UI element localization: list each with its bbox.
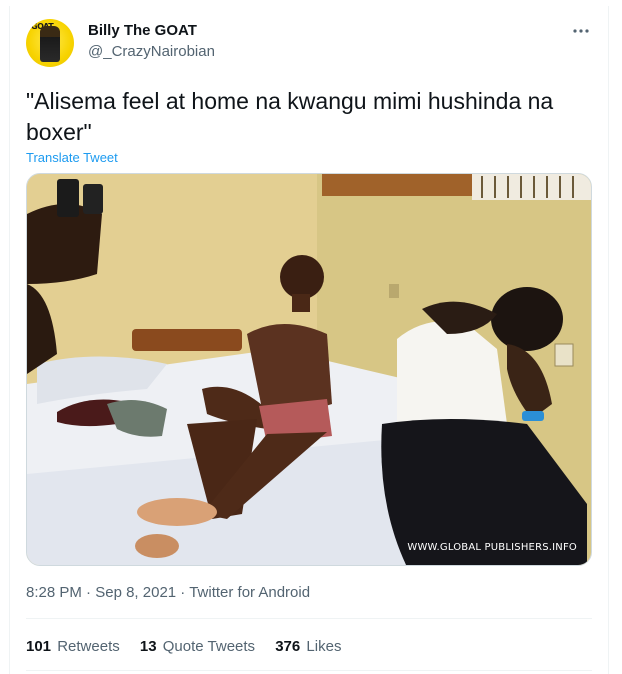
avatar-figure — [40, 26, 60, 62]
photo-illustration — [27, 174, 591, 565]
tweet-source[interactable]: Twitter for Android — [189, 584, 310, 601]
likes-count: 376 — [275, 638, 301, 655]
photo-watermark: WWW.GLOBAL PUBLISHERS.INFO — [407, 542, 577, 553]
tweet-time[interactable]: 8:28 PM — [26, 584, 82, 601]
tweet-stats: 101 Retweets 13 Quote Tweets 376 Likes — [26, 638, 357, 655]
tweet-metadata: 8:28 PM · Sep 8, 2021 · Twitter for Andr… — [26, 584, 310, 601]
retweets-label: Retweets — [57, 638, 120, 655]
user-display-name[interactable]: Billy The GOAT — [88, 22, 197, 39]
user-handle[interactable]: @_CrazyNairobian — [88, 43, 215, 60]
quote-tweets-count: 13 — [139, 638, 157, 655]
translate-tweet-link[interactable]: Translate Tweet — [26, 150, 118, 165]
retweets-count: 101 — [26, 638, 52, 655]
tweet-photo[interactable]: WWW.GLOBAL PUBLISHERS.INFO — [26, 173, 592, 566]
likes-label: Likes — [306, 638, 342, 655]
more-horizontal-icon[interactable] — [570, 24, 592, 38]
avatar[interactable]: GOAT — [26, 19, 74, 67]
likes-stat[interactable]: 376 Likes — [275, 638, 341, 655]
tweet-date[interactable]: Sep 8, 2021 — [95, 584, 176, 601]
divider — [26, 670, 592, 671]
retweets-stat[interactable]: 101 Retweets — [26, 638, 120, 655]
tweet-text: "Alisema feel at home na kwangu mimi hus… — [26, 88, 554, 145]
tweet-card: GOAT Billy The GOAT @_CrazyNairobian "Al… — [9, 6, 609, 674]
meta-separator: · — [176, 584, 190, 601]
divider — [26, 618, 592, 619]
meta-separator: · — [81, 584, 96, 601]
tweet-header: GOAT Billy The GOAT @_CrazyNairobian — [24, 14, 594, 70]
quote-tweets-stat[interactable]: 13 Quote Tweets — [140, 638, 255, 655]
quote-tweets-label: Quote Tweets — [162, 638, 256, 655]
